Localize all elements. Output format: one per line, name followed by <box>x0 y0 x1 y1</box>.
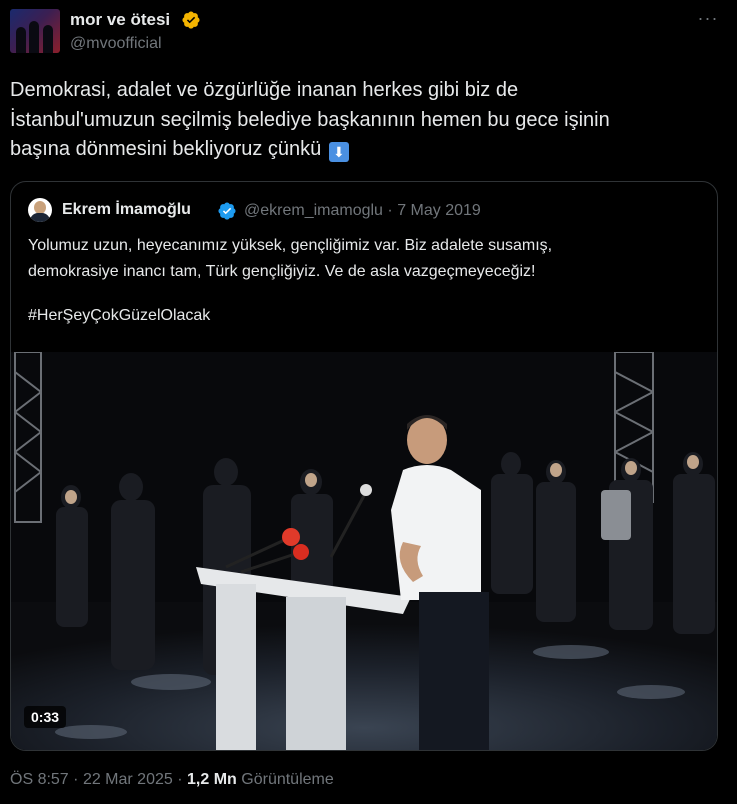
meta-separator: · <box>387 202 393 219</box>
quoted-handle[interactable]: @ekrem_imamoglu <box>244 202 383 219</box>
verified-badge-icon <box>182 11 200 29</box>
quoted-tweet[interactable]: Ekrem İmamoğlu @ekrem_imamoglu · 7 May 2… <box>10 181 718 751</box>
video-player[interactable]: 0:33 <box>11 352 717 750</box>
tweet-time[interactable]: ÖS 8:57 <box>10 771 69 788</box>
author-avatar[interactable] <box>10 9 60 53</box>
tweet-date[interactable]: 22 Mar 2025 <box>83 771 173 788</box>
tweet-footer: ÖS 8:57 · 22 Mar 2025 · 1,2 Mn Görüntüle… <box>10 771 334 789</box>
more-options-button[interactable]: ··· <box>694 8 722 30</box>
quoted-date[interactable]: 7 May 2019 <box>397 202 481 219</box>
hashtag-link[interactable]: #HerŞeyÇokGüzelOlacak <box>28 307 210 325</box>
views-count: 1,2 Mn <box>187 771 237 788</box>
views-label: Görüntüleme <box>241 771 334 788</box>
tweet-line: İstanbul'umuzun seçilmiş belediye başkan… <box>10 108 610 131</box>
tweet-text: Demokrasi, adalet ve özgürlüğe inanan he… <box>10 76 710 165</box>
author-handle[interactable]: @mvoofficial <box>70 35 162 53</box>
quoted-line: demokrasiye inancı tam, Türk gençliğiyiz… <box>28 263 536 280</box>
footer-separator: · <box>177 771 183 788</box>
quoted-text: Yolumuz uzun, heyecanımız yüksek, gençli… <box>28 233 708 285</box>
tweet-line: başına dönmesini bekliyoruz çünkü ⬇ <box>10 135 710 165</box>
quoted-meta: @ekrem_imamoglu · 7 May 2019 <box>244 202 481 220</box>
video-thumbnail <box>11 352 717 750</box>
quoted-author-avatar[interactable] <box>28 198 52 222</box>
down-arrow-icon: ⬇ <box>328 142 349 162</box>
quoted-author-name[interactable]: Ekrem İmamoğlu <box>62 201 191 219</box>
author-display-name[interactable]: mor ve ötesi <box>70 10 170 30</box>
video-duration: 0:33 <box>24 706 67 728</box>
verified-badge-icon <box>218 202 236 220</box>
tweet-line: Demokrasi, adalet ve özgürlüğe inanan he… <box>10 79 519 101</box>
quoted-line: Yolumuz uzun, heyecanımız yüksek, gençli… <box>28 237 553 254</box>
footer-separator: · <box>73 771 79 788</box>
